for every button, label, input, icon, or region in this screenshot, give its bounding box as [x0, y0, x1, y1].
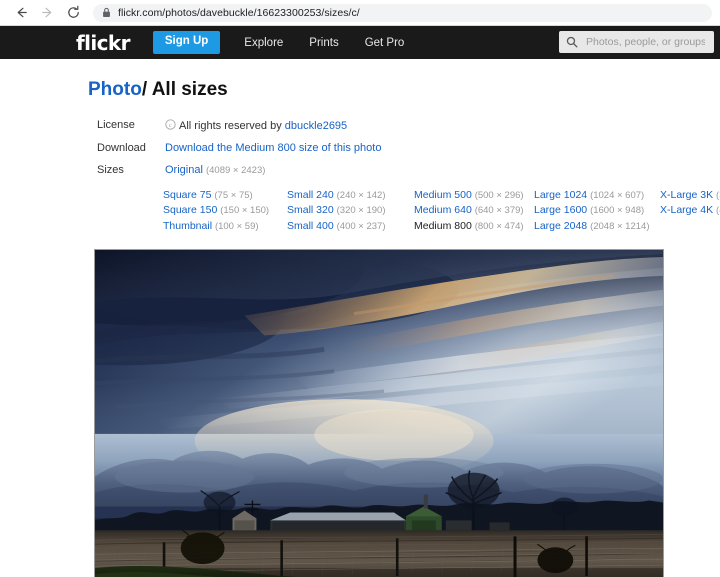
sizes-label: Sizes: [97, 163, 124, 176]
sizes-column-large: Large 1024 (1024 × 607) Large 1600 (1600…: [534, 188, 660, 235]
sizes-column-small: Small 240 (240 × 142) Small 320 (320 × 1…: [287, 188, 414, 235]
size-link[interactable]: Medium 640: [414, 204, 472, 216]
size-dimensions: (1600 × 948): [590, 205, 645, 217]
size-link[interactable]: Large 1600: [534, 204, 587, 216]
sizes-grid: Square 75 (75 × 75) Square 150 (150 × 15…: [163, 188, 720, 235]
reload-icon: [67, 5, 79, 18]
sizes-column-xlarge: X-Large 3K (307 X-Large 4K (408: [660, 188, 720, 235]
size-link[interactable]: X-Large 3K: [660, 189, 713, 201]
forward-button[interactable]: [34, 0, 60, 26]
size-link[interactable]: Small 240: [287, 189, 334, 201]
photo-image: [95, 250, 663, 577]
size-link[interactable]: Large 2048: [534, 220, 587, 232]
size-dimensions: (307: [716, 189, 720, 201]
size-dimensions: (150 × 150): [220, 205, 270, 217]
svg-text:c: c: [169, 122, 172, 129]
size-item: Thumbnail (100 × 59): [163, 219, 287, 235]
size-item: Large 2048 (2048 × 1214): [534, 219, 660, 235]
sizes-column-square: Square 75 (75 × 75) Square 150 (150 × 15…: [163, 188, 287, 235]
size-item: Small 320 (320 × 190): [287, 203, 414, 219]
size-dimensions: (320 × 190): [336, 205, 386, 217]
photo-meta: License c All rights reserved by dbuckle…: [0, 119, 720, 177]
size-item: X-Large 4K (408: [660, 203, 720, 219]
back-arrow-icon: [17, 7, 27, 18]
license-text: All rights reserved by: [179, 119, 282, 132]
download-row: Download Download the Medium 800 size of…: [0, 142, 720, 155]
search-icon: [566, 36, 578, 48]
size-link[interactable]: X-Large 4K: [660, 204, 713, 216]
size-item: X-Large 3K (307: [660, 188, 720, 204]
breadcrumb-photo-link[interactable]: Photo: [88, 79, 142, 100]
site-header: flickr Sign Up Explore Prints Get Pro: [0, 26, 720, 59]
size-dimensions: (75 × 75): [214, 189, 253, 201]
address-bar[interactable]: flickr.com/photos/davebuckle/16623300253…: [93, 3, 712, 22]
size-dimensions: (400 × 237): [336, 220, 386, 232]
signup-button[interactable]: Sign Up: [152, 31, 221, 54]
page-title: Photo/ All sizes: [88, 79, 720, 102]
breadcrumb-separator: /: [141, 79, 148, 100]
size-dimensions: (1024 × 607): [590, 189, 645, 201]
nav-item-prints[interactable]: Prints: [309, 37, 338, 49]
size-link[interactable]: Large 1024: [534, 189, 587, 201]
photo-container[interactable]: [94, 249, 664, 577]
sizes-column-medium: Medium 500 (500 × 296) Medium 640 (640 ×…: [414, 188, 534, 235]
forward-arrow-icon: [41, 7, 51, 18]
license-value: c All rights reserved by dbuckle2695: [165, 119, 347, 133]
size-item: Large 1600 (1600 × 948): [534, 203, 660, 219]
size-dimensions: (500 × 296): [474, 189, 524, 201]
reload-button[interactable]: [60, 0, 86, 26]
size-item: Medium 640 (640 × 379): [414, 203, 534, 219]
size-link[interactable]: Small 400: [287, 220, 334, 232]
nav-item-explore[interactable]: Explore: [244, 37, 283, 49]
size-dimensions: (640 × 379): [474, 205, 524, 217]
sizes-row: Sizes Original (4089 × 2423): [0, 164, 720, 177]
size-link-original[interactable]: Original: [165, 164, 203, 176]
size-item: Small 400 (400 × 237): [287, 219, 414, 235]
size-link[interactable]: Square 75: [163, 189, 211, 201]
size-dimensions: (100 × 59): [214, 220, 259, 232]
size-dimensions: (800 × 474): [474, 220, 524, 232]
original-dimensions: (4089 × 2423): [205, 164, 266, 176]
size-item: Small 240 (240 × 142): [287, 188, 414, 204]
size-dimensions: (2048 × 1214): [590, 220, 650, 232]
size-item: Square 150 (150 × 150): [163, 203, 287, 219]
sunset-landscape-photo: [95, 250, 663, 577]
flickr-logo[interactable]: flickr: [76, 31, 130, 55]
copyright-icon: c: [165, 119, 176, 130]
size-link[interactable]: Small 320: [287, 204, 334, 216]
size-item: Square 75 (75 × 75): [163, 188, 287, 204]
license-owner-link[interactable]: dbuckle2695: [285, 120, 347, 132]
browser-toolbar: flickr.com/photos/davebuckle/16623300253…: [0, 0, 720, 26]
breadcrumb-current: All sizes: [151, 79, 228, 100]
download-link[interactable]: Download the Medium 800 size of this pho…: [165, 142, 381, 154]
license-row: License c All rights reserved by dbuckle…: [0, 119, 720, 133]
search-box[interactable]: [559, 31, 714, 53]
license-label: License: [97, 118, 135, 131]
download-label: Download: [97, 141, 146, 154]
size-link[interactable]: Medium 500: [414, 189, 472, 201]
size-label-current: Medium 800: [414, 219, 472, 232]
nav-item-get-pro[interactable]: Get Pro: [365, 37, 405, 49]
size-dimensions: (408: [716, 205, 720, 217]
lock-icon: [103, 7, 110, 17]
size-item: Medium 500 (500 × 296): [414, 188, 534, 204]
size-link[interactable]: Square 150: [163, 204, 217, 216]
size-item: Large 1024 (1024 × 607): [534, 188, 660, 204]
page-content: Photo/ All sizes License c All rights re…: [0, 79, 720, 577]
url-text: flickr.com/photos/davebuckle/16623300253…: [118, 6, 360, 19]
main-nav: Explore Prints Get Pro: [244, 37, 404, 49]
size-item-current: Medium 800 (800 × 474): [414, 219, 534, 235]
search-input[interactable]: [584, 35, 707, 49]
size-link[interactable]: Thumbnail: [163, 220, 212, 232]
size-dimensions: (240 × 142): [336, 189, 386, 201]
back-button[interactable]: [8, 0, 34, 26]
